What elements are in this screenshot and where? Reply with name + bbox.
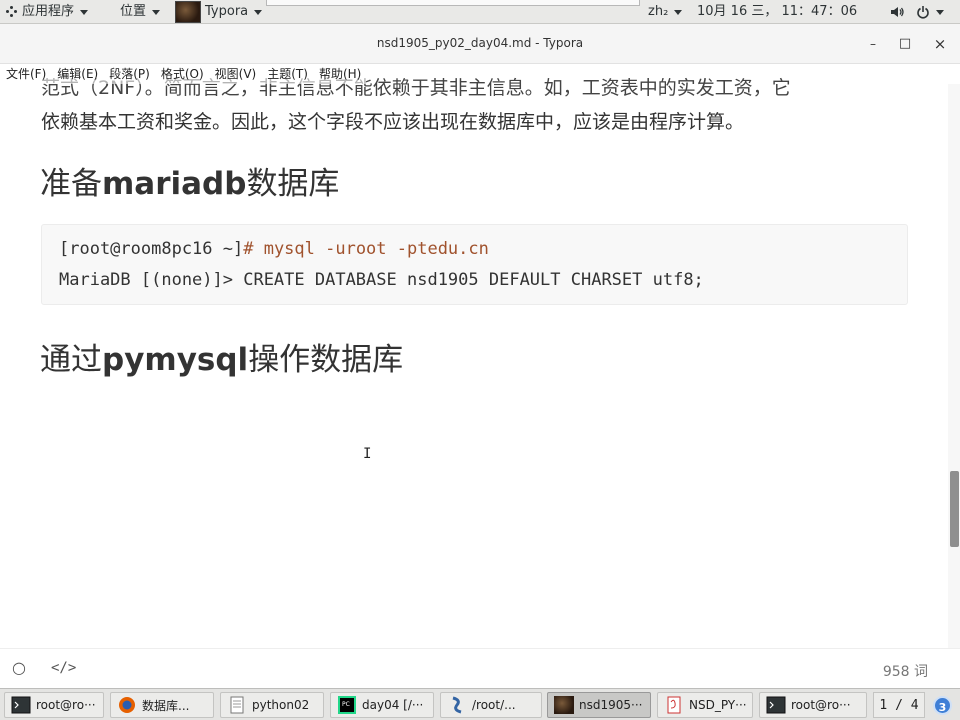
applications-label: 应用程序	[22, 4, 75, 19]
apps-grid-icon	[6, 6, 18, 18]
task-label: 数据库...	[142, 698, 190, 713]
chevron-down-icon	[254, 9, 263, 15]
hidden-window-edge	[266, 0, 640, 6]
scrollbar[interactable]	[948, 84, 960, 648]
typora-app-icon	[175, 1, 201, 23]
source-mode-icon[interactable]: </>	[51, 660, 76, 676]
heading-pymysql: 通过pymysql操作数据库	[40, 334, 403, 379]
system-top-bar: 应用程序 位置 Typora zh₂ 10月 16 三， 11：47：06	[0, 0, 960, 24]
code-prompt: [root@room8pc16 ~]	[59, 239, 244, 259]
heading-text: 准备	[40, 166, 102, 202]
taskbar: root@ro··· 数据库... python02 PC day04 [/··…	[0, 688, 960, 720]
active-app-label: Typora	[205, 4, 249, 19]
file-manager-icon	[452, 696, 462, 714]
svg-text:PC: PC	[342, 701, 350, 708]
chevron-down-icon	[80, 9, 89, 15]
code-line-2: MariaDB [(none)]> CREATE DATABASE nsd190…	[59, 270, 704, 290]
status-footer: ○ </> 958 词	[0, 648, 960, 688]
heading-bold-text: pymysql	[102, 342, 249, 378]
window-title: nsd1905_py02_day04.md - Typora	[376, 36, 584, 50]
editor-content[interactable]: 范式（2NF）。简而言之，非主信息不能依赖于其非主信息。如，工资表中的实发工资，…	[0, 64, 948, 648]
menu-help[interactable]: 帮助(H)	[313, 64, 366, 84]
volume-indicator[interactable]	[890, 0, 904, 24]
terminal-icon	[11, 696, 31, 714]
task-terminal-2[interactable]: root@ro···	[759, 692, 867, 718]
code-command: # mysql -uroot -ptedu.cn	[243, 239, 489, 259]
heading-text: 通过	[40, 342, 102, 378]
typora-icon	[554, 696, 574, 714]
window-title-bar[interactable]: nsd1905_py02_day04.md - Typora – □ ×	[0, 24, 960, 64]
terminal-icon	[766, 696, 786, 714]
paragraph: 依赖基本工资和奖金。因此，这个字段不应该出现在数据库中，应该是由程序计算。	[41, 111, 745, 133]
input-method-label: zh₂	[648, 4, 669, 19]
clock[interactable]: 10月 16 三， 11：47：06	[697, 0, 857, 24]
task-typora[interactable]: nsd1905···	[547, 692, 651, 718]
power-icon	[917, 6, 929, 19]
task-terminal-1[interactable]: root@ro···	[4, 692, 104, 718]
task-label: /root/...	[472, 698, 516, 712]
close-button[interactable]: ×	[930, 34, 950, 54]
code-block[interactable]: [root@room8pc16 ~]# mysql -uroot -ptedu.…	[41, 224, 908, 305]
pycharm-icon: PC	[338, 696, 356, 714]
workspace-pager[interactable]: 1 / 4	[873, 692, 925, 718]
menu-paragraph[interactable]: 段落(P)	[103, 64, 155, 84]
task-label: NSD_PY···	[689, 698, 747, 712]
heading-text: 操作数据库	[248, 342, 404, 378]
active-app-menu[interactable]: Typora	[175, 0, 263, 24]
heading-text: 数据库	[246, 166, 340, 202]
menu-bar: 文件(F) 编辑(E) 段落(P) 格式(O) 视图(V) 主题(T) 帮助(H…	[0, 64, 367, 84]
task-firefox[interactable]: 数据库...	[110, 692, 214, 718]
task-label: day04 [/···	[362, 698, 424, 712]
task-files-python02[interactable]: python02	[220, 692, 324, 718]
chevron-down-icon	[674, 9, 683, 15]
heading-bold-text: mariadb	[102, 166, 247, 202]
task-label: nsd1905···	[579, 698, 643, 712]
word-count[interactable]: 958 词	[883, 661, 928, 681]
places-menu[interactable]: 位置	[120, 0, 161, 24]
firefox-icon	[119, 697, 135, 713]
task-label: python02	[252, 698, 310, 712]
input-method-indicator[interactable]: zh₂	[648, 0, 683, 24]
pdf-viewer-icon	[667, 696, 681, 714]
minimize-button[interactable]: –	[863, 34, 883, 54]
chevron-down-icon	[152, 9, 161, 15]
task-label: root@ro···	[791, 698, 851, 712]
menu-file[interactable]: 文件(F)	[0, 64, 51, 84]
task-file-manager[interactable]: /root/...	[440, 692, 542, 718]
sidebar-toggle-icon[interactable]: ○	[12, 658, 26, 677]
menu-themes[interactable]: 主题(T)	[261, 64, 313, 84]
volume-icon	[891, 7, 904, 17]
menu-edit[interactable]: 编辑(E)	[51, 64, 103, 84]
places-label: 位置	[120, 4, 147, 19]
code-line-1: [root@room8pc16 ~]# mysql -uroot -ptedu.…	[59, 239, 489, 259]
applications-menu[interactable]: 应用程序	[6, 0, 89, 24]
text-cursor-icon: I	[363, 446, 372, 462]
document-icon	[230, 696, 244, 714]
chevron-down-icon	[936, 9, 944, 15]
menu-view[interactable]: 视图(V)	[209, 64, 262, 84]
maximize-button[interactable]: □	[895, 34, 915, 54]
scrollbar-thumb[interactable]	[950, 471, 959, 547]
notification-badge[interactable]: 3	[933, 696, 952, 715]
menu-format[interactable]: 格式(O)	[155, 64, 209, 84]
task-nsd-py[interactable]: NSD_PY···	[657, 692, 753, 718]
clock-label: 10月 16 三， 11：47：06	[697, 4, 858, 19]
power-menu[interactable]	[916, 0, 944, 24]
task-pycharm[interactable]: PC day04 [/···	[330, 692, 434, 718]
task-label: root@ro···	[36, 698, 96, 712]
heading-prepare-mariadb: 准备mariadb数据库	[40, 158, 339, 203]
